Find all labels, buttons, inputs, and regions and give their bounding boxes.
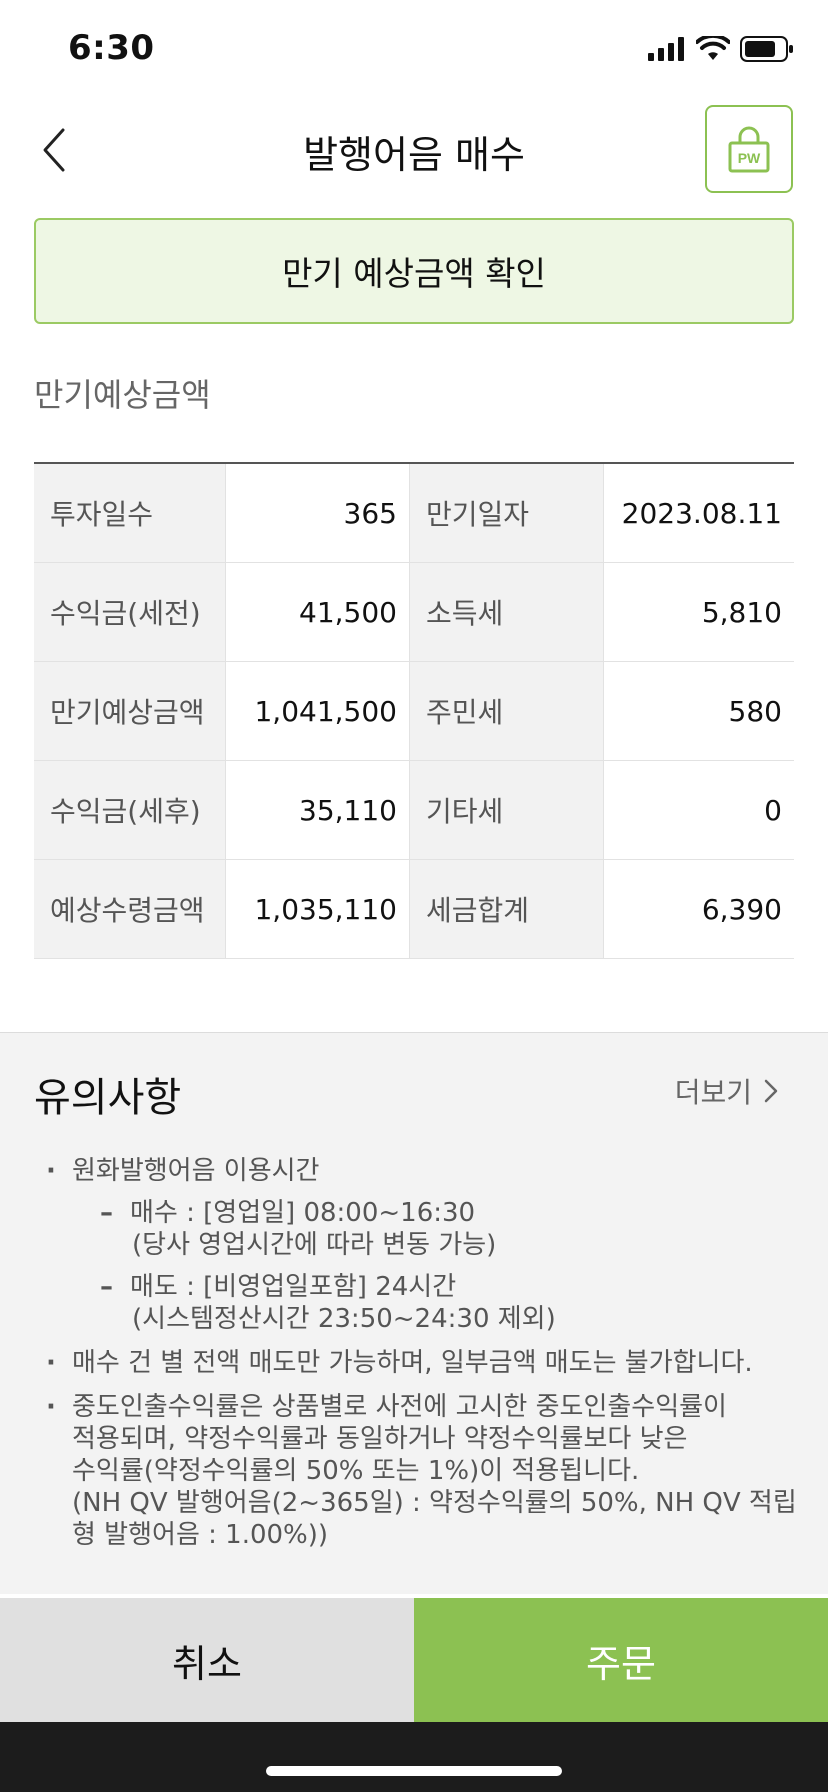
notice-body: 원화발행어음 이용시간 – 매수 : [영업일] 08:00~16:30 (당사… xyxy=(46,1155,806,1563)
notice-item: 중도인출수익률은 상품별로 사전에 고시한 중도인출수익률이 적용되며, 약정수… xyxy=(46,1391,806,1551)
row-value: 5,810 xyxy=(701,595,782,629)
notice-section: 유의사항 더보기 원화발행어음 이용시간 – 매수 : [영업일] 08:00~… xyxy=(0,1032,828,1594)
row-value: 580 xyxy=(728,694,782,728)
row-value: 1,035,110 xyxy=(226,860,410,958)
notice-item-text: (NH QV 발행어음(2~365일) : 약정수익률의 50%, NH QV … xyxy=(72,1488,797,1518)
table-row: 만기예상금액 1,041,500 주민세 580 xyxy=(34,662,794,761)
row-label: 수익금(세전) xyxy=(34,563,226,661)
notice-item-text: 형 발행어음 : 1.00%)) xyxy=(72,1520,329,1550)
row-value: 0 xyxy=(764,793,782,827)
row-value: 1,041,500 xyxy=(226,662,410,760)
home-indicator-area xyxy=(0,1722,828,1792)
row-value: 6,390 xyxy=(701,892,782,926)
row-label: 주민세 xyxy=(410,662,604,760)
pw-label: PW xyxy=(738,150,761,166)
row-value: 2023.08.11 xyxy=(621,496,782,530)
status-icons xyxy=(648,36,794,62)
pw-lock-icon: PW xyxy=(728,126,770,173)
bottom-button-bar: 취소 주문 xyxy=(0,1598,828,1722)
row-label: 예상수령금액 xyxy=(34,860,226,958)
notice-item-text: 적용되며, 약정수익률과 동일하거나 약정수익률보다 낮은 xyxy=(72,1424,688,1454)
password-button[interactable]: PW xyxy=(705,105,793,193)
buy-hours-note: (당사 영업시간에 따라 변동 가능) xyxy=(132,1230,497,1260)
more-link[interactable]: 더보기 xyxy=(675,1071,778,1111)
notice-item: 원화발행어음 이용시간 – 매수 : [영업일] 08:00~16:30 (당사… xyxy=(46,1155,806,1335)
row-label: 기타세 xyxy=(410,761,604,859)
table-row: 수익금(세전) 41,500 소득세 5,810 xyxy=(34,563,794,662)
wifi-icon xyxy=(696,36,730,60)
row-label: 소득세 xyxy=(410,563,604,661)
row-value: 35,110 xyxy=(226,761,410,859)
notice-item: 매수 건 별 전액 매도만 가능하며, 일부금액 매도는 불가합니다. xyxy=(46,1347,806,1379)
order-button[interactable]: 주문 xyxy=(414,1598,828,1722)
row-label: 투자일수 xyxy=(34,464,226,562)
notice-subitem: – 매도 : [비영업일포함] 24시간 (시스템정산시간 23:50~24:3… xyxy=(72,1271,806,1335)
row-label: 세금합계 xyxy=(410,860,604,958)
dash-icon: – xyxy=(100,1272,113,1302)
notice-item-text: 수익률(약정수익률의 50% 또는 1%)이 적용됩니다. xyxy=(72,1456,640,1486)
dash-icon: – xyxy=(100,1198,113,1228)
signal-icon xyxy=(648,37,684,61)
status-time: 6:30 xyxy=(68,28,155,68)
sell-hours: 매도 : [비영업일포함] 24시간 xyxy=(130,1272,457,1302)
row-label: 만기일자 xyxy=(410,464,604,562)
maturity-table: 투자일수 365 만기일자 2023.08.11 수익금(세전) 41,500 … xyxy=(34,462,794,959)
notice-item-text: 원화발행어음 이용시간 xyxy=(72,1156,320,1186)
buy-hours: 매수 : [영업일] 08:00~16:30 xyxy=(130,1198,476,1228)
chevron-right-icon xyxy=(764,1079,778,1103)
notice-item-text: 중도인출수익률은 상품별로 사전에 고시한 중도인출수익률이 xyxy=(72,1392,727,1422)
home-indicator[interactable] xyxy=(266,1766,562,1776)
row-value: 365 xyxy=(226,464,410,562)
cancel-button[interactable]: 취소 xyxy=(0,1598,414,1722)
more-label: 더보기 xyxy=(674,1076,752,1109)
row-label: 만기예상금액 xyxy=(34,662,226,760)
sell-hours-note: (시스템정산시간 23:50~24:30 제외) xyxy=(132,1304,556,1334)
notice-subitem: – 매수 : [영업일] 08:00~16:30 (당사 영업시간에 따라 변동… xyxy=(72,1197,806,1261)
notice-title: 유의사항 xyxy=(34,1075,182,1121)
table-row: 예상수령금액 1,035,110 세금합계 6,390 xyxy=(34,860,794,959)
maturity-confirm-banner: 만기 예상금액 확인 xyxy=(34,218,794,324)
section-title: 만기예상금액 xyxy=(34,376,211,414)
row-label: 수익금(세후) xyxy=(34,761,226,859)
status-bar: 6:30 xyxy=(0,0,828,100)
banner-text: 만기 예상금액 확인 xyxy=(282,254,546,293)
page-title: 발행어음 매수 xyxy=(303,133,525,177)
row-value: 41,500 xyxy=(226,563,410,661)
battery-icon xyxy=(740,36,793,62)
table-row: 수익금(세후) 35,110 기타세 0 xyxy=(34,761,794,860)
table-row: 투자일수 365 만기일자 2023.08.11 xyxy=(34,464,794,563)
header: 발행어음 매수 PW xyxy=(0,100,828,200)
notice-item-text: 매수 건 별 전액 매도만 가능하며, 일부금액 매도는 불가합니다. xyxy=(72,1348,753,1378)
